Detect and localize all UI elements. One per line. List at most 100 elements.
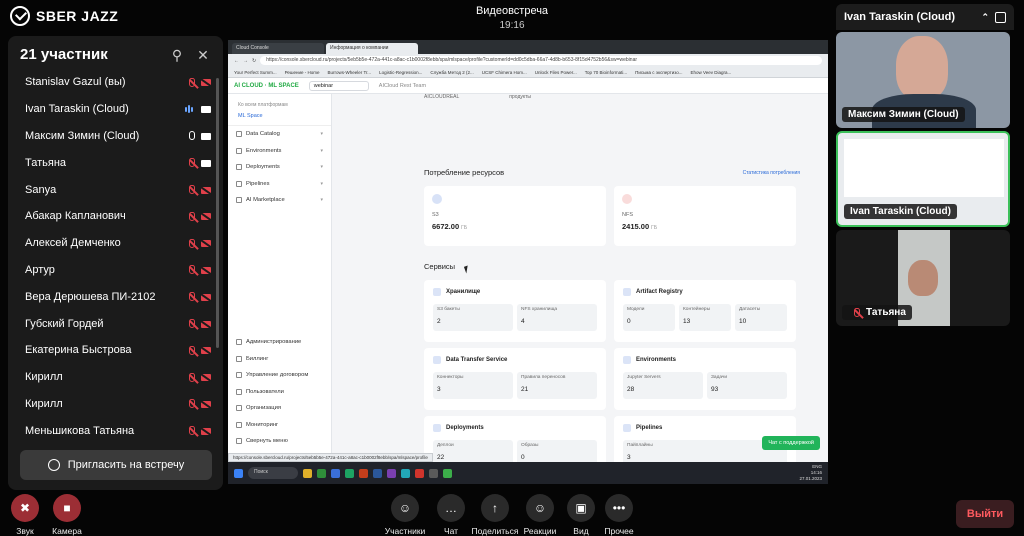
sidebar-nav-item: Environments ▾	[228, 143, 331, 160]
service-card: Artifact Registry Модели 0 Контейнеры 13 Дата…	[614, 280, 796, 342]
chevron-up-icon[interactable]: ⌃	[981, 12, 989, 23]
participant-row[interactable]: Екатерина Быстрова	[8, 337, 223, 364]
nav-item-label: Администрирование	[246, 339, 302, 346]
control-chat-button[interactable]: … Чат	[426, 494, 476, 536]
leave-call-button[interactable]: Выйти	[956, 500, 1014, 528]
chrome-app-icon	[317, 468, 326, 478]
service-metric: Jupyter Servers 28	[623, 372, 703, 399]
service-name: Хранилище	[446, 289, 481, 295]
nav-item-icon	[236, 388, 242, 395]
sidebar-bottom-item: Мониторинг	[228, 417, 332, 434]
service-card: Environments Jupyter Servers 28 Задачи 93	[614, 348, 796, 410]
participant-row[interactable]: Максим Зимин (Cloud)	[8, 123, 223, 150]
taskbar-clock: ENG 14:16 27.01.2023	[799, 464, 822, 482]
nav-item-icon	[236, 421, 242, 428]
service-card-header: Pipelines	[614, 416, 796, 432]
taskbar-search: Поиск	[248, 467, 298, 479]
participant-row[interactable]: Sanya	[8, 176, 223, 203]
close-icon[interactable]: ✕	[195, 47, 211, 63]
video-tile[interactable]: Татьяна	[836, 230, 1010, 326]
nav-item-label: Data Catalog	[246, 131, 280, 138]
camera-off-icon	[201, 374, 211, 382]
resource-label: S3	[432, 212, 439, 218]
bookmark-item: Ehow Veev Diagra...	[690, 69, 732, 75]
participant-row[interactable]: Артур	[8, 257, 223, 284]
participant-row[interactable]: Кирилл	[8, 364, 223, 391]
app-icon	[401, 468, 410, 478]
mic-off-icon	[189, 265, 195, 275]
participant-name: Абакар Капланович	[25, 210, 126, 223]
control-share-screen-button[interactable]: ↑ Поделиться	[470, 494, 520, 536]
service-card-header: Хранилище	[424, 280, 606, 296]
mic-off-icon	[189, 372, 195, 382]
camera-off-icon	[201, 79, 211, 87]
control-label: Чат	[443, 526, 459, 536]
camera-off-icon	[201, 186, 211, 194]
ml-space-label: ML Space	[228, 110, 331, 126]
control-more-button[interactable]: ••• Прочее	[594, 494, 644, 536]
participant-name: Stanislav Gazul (вы)	[25, 76, 126, 89]
participant-name: Кирилл	[25, 397, 63, 410]
mic-off-icon	[189, 319, 195, 329]
browser-tab: Cloud Console	[232, 43, 324, 54]
participant-row[interactable]: Абакар Капланович	[8, 203, 223, 230]
participants-list: Stanislav Gazul (вы) Ivan Taraskin (Cloud…	[8, 69, 223, 444]
participant-row[interactable]: Меньшикова Татьяна	[8, 417, 223, 444]
nav-item-icon	[236, 438, 242, 445]
site-header: AI CLOUD · ML SPACE webinar AICloud Rest…	[228, 78, 828, 94]
metric-value: 22	[437, 454, 445, 461]
reload-icon: ↻	[252, 57, 257, 64]
edge-app-icon	[331, 468, 340, 478]
nav-item-label: Deployments	[246, 164, 280, 171]
camera-off-icon	[201, 400, 211, 408]
service-metric: Коннекторы 3	[433, 372, 513, 399]
metric-value: 0	[627, 318, 631, 325]
metric-label: NFS хранилища	[521, 307, 558, 312]
participant-name: Ivan Taraskin (Cloud)	[25, 103, 129, 116]
participant-row[interactable]: Ivan Taraskin (Cloud)	[8, 96, 223, 123]
participant-name: Кирилл	[25, 371, 63, 384]
resource-value: 6672.00 ГБ	[432, 222, 606, 231]
expand-icon[interactable]	[995, 11, 1006, 23]
mic-off-icon: ✖	[11, 494, 39, 522]
control-camera-off-button[interactable]: ■ Камера	[42, 494, 92, 536]
metric-value: 13	[683, 318, 691, 325]
nav-item-label: Pipelines	[246, 180, 270, 187]
sidebar-bottom-item: Свернуть меню	[228, 433, 332, 450]
add-user-icon	[47, 459, 60, 471]
service-icon	[623, 356, 631, 364]
participant-row[interactable]: Кирилл	[8, 391, 223, 418]
nav-item-label: Пользователи	[246, 388, 284, 395]
service-metric: Правила переносов 21	[517, 372, 597, 399]
more-icon: •••	[605, 494, 633, 522]
metric-label: Пайплайны	[627, 443, 653, 448]
mic-off-icon	[854, 308, 860, 317]
search-icon[interactable]: ⚲	[169, 47, 185, 63]
participant-row[interactable]: Stanislav Gazul (вы)	[8, 69, 223, 96]
participant-row[interactable]: Татьяна	[8, 149, 223, 176]
service-name: Pipelines	[636, 425, 663, 431]
sidebar-nav-item: Pipelines ▾	[228, 176, 331, 193]
participant-row[interactable]: Вера Дерюшева ПИ-2102	[8, 283, 223, 310]
camera-off-icon	[201, 427, 211, 435]
video-tile-active[interactable]: Ivan Taraskin (Cloud)	[836, 131, 1010, 227]
service-name: Environments	[636, 357, 677, 363]
control-people-button[interactable]: ☺ Участники	[380, 494, 430, 536]
participant-row[interactable]: Алексей Демченко	[8, 230, 223, 257]
nav-item-label: Организация	[246, 405, 281, 412]
speaking-indicator-icon	[185, 104, 195, 114]
speaking-bar	[191, 106, 193, 112]
service-metric: Задачи 93	[707, 372, 787, 399]
resource-amount: 6672.00	[432, 222, 460, 231]
video-tile[interactable]: Максим Зимин (Cloud)	[836, 32, 1010, 128]
service-card: Data Transfer Service Коннекторы 3 Правила …	[424, 348, 606, 410]
metric-value: 2	[437, 318, 441, 325]
cloud-console-page: AI CLOUD · ML SPACE webinar AICloud Rest…	[228, 78, 828, 478]
service-metric: NFS хранилища 4	[517, 304, 597, 331]
site-logo: AI CLOUD · ML SPACE	[234, 82, 299, 89]
participants-scrollbar[interactable]	[216, 78, 219, 348]
participant-row[interactable]: Губский Гордей	[8, 310, 223, 337]
invite-button[interactable]: Пригласить на встречу	[20, 450, 212, 480]
shared-screen-thumbnail	[844, 139, 1004, 197]
mic-off-icon	[189, 211, 195, 221]
